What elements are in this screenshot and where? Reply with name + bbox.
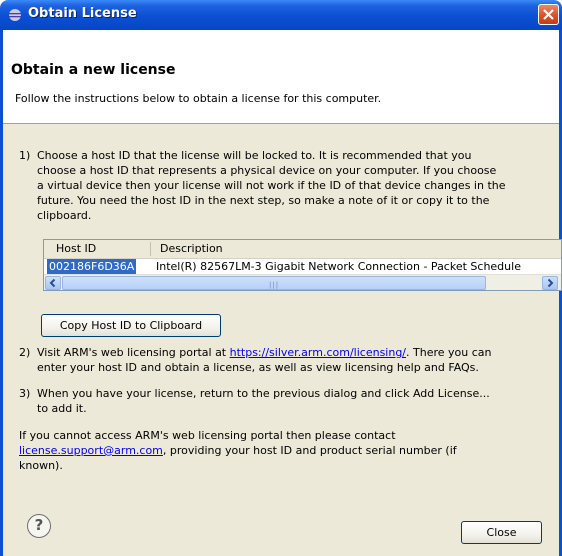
step-1: 1) Choose a host ID that the license wil…	[19, 148, 559, 228]
arrow-right-icon	[547, 278, 554, 288]
step-3-line: to add it.	[37, 402, 87, 415]
column-header-description[interactable]: Description	[160, 242, 223, 255]
step-1-line: clipboard.	[37, 209, 92, 222]
step-3-number: 3)	[19, 387, 31, 400]
scrollbar-grip: |||	[269, 281, 280, 289]
step-2-line: enter your host ID and obtain a license,…	[37, 361, 479, 374]
host-id-cell[interactable]: 002186F6D36A	[47, 259, 137, 275]
step-1-line: a virtual device then your license will …	[37, 179, 506, 192]
dialog-header: Obtain a new license Follow the instruct…	[3, 30, 559, 123]
support-email-link[interactable]: license.support@arm.com	[19, 444, 163, 457]
licensing-portal-link[interactable]: https://silver.arm.com/licensing/	[230, 346, 406, 359]
window-title: Obtain License	[28, 6, 137, 21]
support-line: license.support@arm.com, providing your …	[19, 443, 457, 458]
title-bar[interactable]: Obtain License	[0, 0, 562, 30]
step-1-line: future. You need the host ID in the next…	[37, 194, 490, 207]
copy-host-id-button[interactable]: Copy Host ID to Clipboard	[41, 314, 221, 337]
column-divider[interactable]	[150, 242, 151, 256]
step-3-line: When you have your license, return to th…	[37, 387, 490, 400]
step-3: 3) When you have your license, return to…	[19, 386, 559, 418]
step-2-line: Visit ARM's web licensing portal at http…	[37, 345, 491, 360]
horizontal-scrollbar[interactable]: |||	[44, 274, 561, 290]
step-1-number: 1)	[19, 149, 31, 162]
step-2-text: Visit ARM's web licensing portal at	[37, 346, 230, 359]
table-header: Host ID Description	[44, 240, 561, 259]
scrollbar-thumb[interactable]: |||	[62, 276, 486, 290]
help-icon[interactable]: ?	[27, 514, 51, 538]
scroll-left-button[interactable]	[45, 276, 61, 290]
description-cell[interactable]: Intel(R) 82567LM-3 Gigabit Network Conne…	[156, 259, 521, 275]
eclipse-app-icon	[9, 9, 21, 21]
scroll-right-button[interactable]	[542, 276, 558, 290]
step-1-line: Choose a host ID that the license will b…	[37, 149, 472, 162]
window-close-button[interactable]	[538, 4, 559, 25]
step-2-text-end: . There you can	[406, 346, 492, 359]
support-text: , providing your host ID and product ser…	[162, 444, 457, 457]
dialog-description: Follow the instructions below to obtain …	[15, 92, 382, 105]
support-line: known).	[19, 459, 63, 472]
dialog-heading: Obtain a new license	[11, 62, 176, 78]
column-header-host-id[interactable]: Host ID	[56, 242, 96, 255]
close-icon	[543, 9, 554, 20]
arrow-left-icon	[49, 278, 56, 288]
close-button[interactable]: Close	[461, 521, 542, 544]
host-id-table[interactable]: Host ID Description 002186F6D36A Intel(R…	[43, 239, 562, 291]
dialog-body: 1) Choose a host ID that the license wil…	[3, 124, 562, 556]
support-paragraph: If you cannot access ARM's web licensing…	[19, 428, 559, 476]
table-row[interactable]: 002186F6D36A Intel(R) 82567LM-3 Gigabit …	[44, 259, 561, 275]
step-2-number: 2)	[19, 346, 31, 359]
step-1-line: choose a host ID that represents a physi…	[37, 164, 497, 177]
support-line: If you cannot access ARM's web licensing…	[19, 429, 396, 442]
step-2: 2) Visit ARM's web licensing portal at h…	[19, 345, 559, 377]
